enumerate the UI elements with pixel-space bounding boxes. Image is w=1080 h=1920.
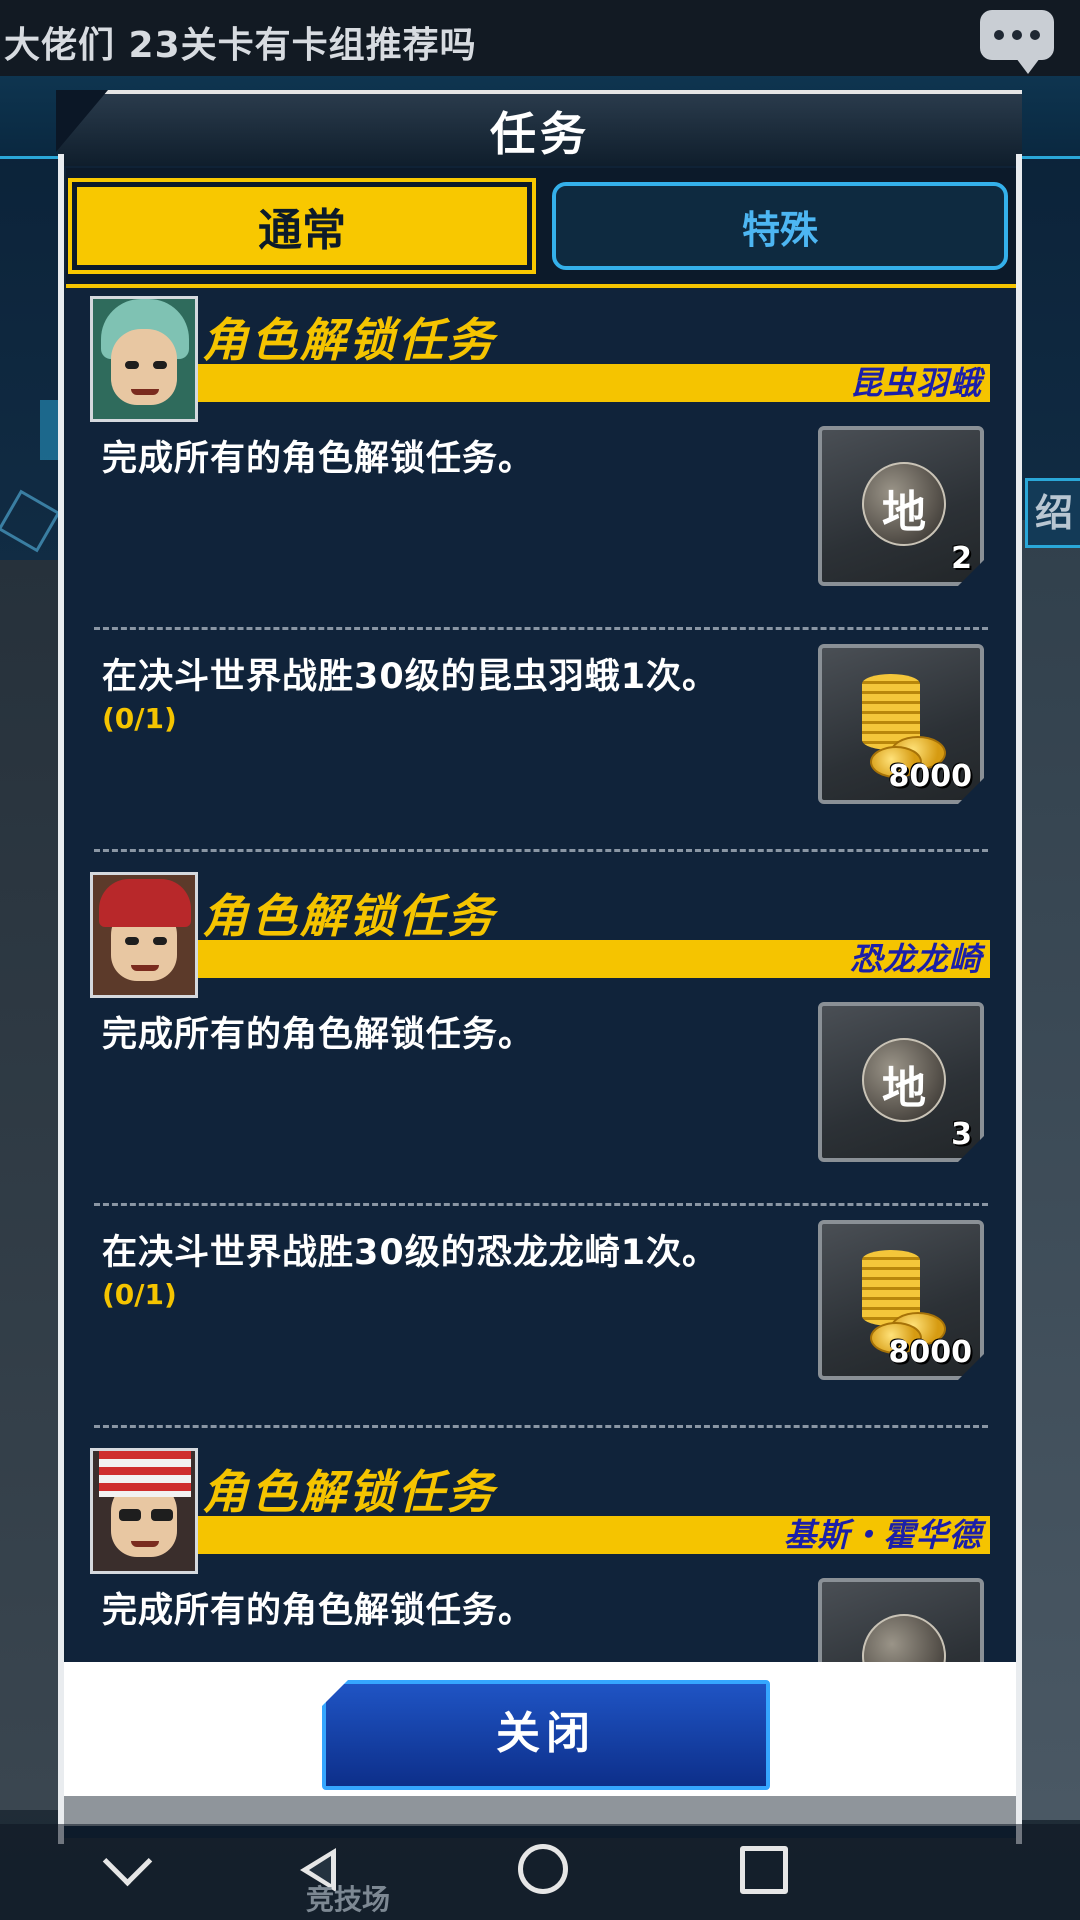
quest-group-title: 角色解锁任务 xyxy=(202,313,496,367)
character-name-bar: 基斯・霍华德 xyxy=(198,1516,990,1554)
dashed-divider xyxy=(94,849,988,852)
orb-glyph: 地 xyxy=(882,1063,926,1114)
reward-box[interactable]: 8000 xyxy=(818,644,984,804)
dashed-divider xyxy=(94,1425,988,1428)
character-name: 昆虫羽蛾 xyxy=(849,364,982,402)
character-name: 恐龙龙崎 xyxy=(849,940,982,978)
reward-box[interactable]: 8000 xyxy=(818,1220,984,1380)
dialog-footer: 关闭 xyxy=(64,1662,1016,1796)
earth-orb-icon: 地 xyxy=(862,462,946,546)
chat-bubble-icon[interactable] xyxy=(980,10,1054,74)
chevron-down-icon[interactable] xyxy=(102,1836,153,1887)
character-avatar xyxy=(90,1448,198,1574)
quest-group-header: 角色解锁任务 恐龙龙崎 xyxy=(66,866,1016,1002)
quest-description: 完成所有的角色解锁任务。 xyxy=(102,439,535,479)
quest-item: 完成所有的角色解锁任务。 xyxy=(66,1578,1016,1662)
quest-progress: (0/1) xyxy=(102,702,177,735)
quest-item: 完成所有的角色解锁任务。 地 3 xyxy=(66,1002,1016,1220)
quest-description: 完成所有的角色解锁任务。 xyxy=(102,1591,535,1631)
background-side-label: 绍 xyxy=(1025,478,1080,548)
quest-description: 完成所有的角色解锁任务。 xyxy=(102,1015,535,1055)
notification-text: 大佬们 23关卡有卡组推荐吗 xyxy=(4,25,477,66)
quest-list[interactable]: 角色解锁任务 昆虫羽蛾 完成所有的角色解锁任务。 地 2 在决斗世界战胜30级的… xyxy=(66,290,1016,1662)
quest-dialog: 任务 通常 特殊 角色解锁任务 昆虫羽蛾 完成所有的角色解锁任务。 地 2 在决… xyxy=(56,90,1022,1844)
quest-description: 在决斗世界战胜30级的恐龙龙崎1次。 xyxy=(102,1233,719,1273)
home-icon[interactable] xyxy=(518,1844,568,1894)
quest-description: 在决斗世界战胜30级的昆虫羽蛾1次。 xyxy=(102,657,719,697)
reward-box[interactable]: 地 3 xyxy=(818,1002,984,1162)
quest-group-header: 角色解锁任务 昆虫羽蛾 xyxy=(66,290,1016,426)
tab-special[interactable]: 特殊 xyxy=(552,182,1008,270)
hexagon-icon xyxy=(0,489,61,553)
reward-box[interactable] xyxy=(818,1578,984,1662)
orb-glyph: 地 xyxy=(882,487,926,538)
character-avatar xyxy=(90,872,198,998)
reward-quantity: 8000 xyxy=(888,1335,973,1370)
dashed-divider xyxy=(94,1203,988,1206)
quest-group: 角色解锁任务 恐龙龙崎 完成所有的角色解锁任务。 地 3 在决斗世界战胜30级的… xyxy=(66,866,1016,1442)
close-button[interactable]: 关闭 xyxy=(322,1680,770,1790)
background-building-right xyxy=(1020,520,1080,1820)
tab-normal[interactable]: 通常 xyxy=(68,178,536,274)
quest-item: 在决斗世界战胜30级的昆虫羽蛾1次。 (0/1) 8000 xyxy=(66,644,1016,866)
tab-bar: 通常 特殊 xyxy=(66,168,1016,288)
quest-group: 角色解锁任务 昆虫羽蛾 完成所有的角色解锁任务。 地 2 在决斗世界战胜30级的… xyxy=(66,290,1016,866)
reward-box[interactable]: 地 2 xyxy=(818,426,984,586)
arena-label: 竞技场 xyxy=(306,1883,391,1916)
quest-group-header: 角色解锁任务 基斯・霍华德 xyxy=(66,1442,1016,1578)
reward-quantity: 3 xyxy=(951,1117,972,1152)
recent-apps-icon[interactable] xyxy=(740,1846,788,1894)
character-name: 基斯・霍华德 xyxy=(783,1516,982,1554)
quest-progress: (0/1) xyxy=(102,1278,177,1311)
background-tab xyxy=(40,400,60,460)
quest-group-title: 角色解锁任务 xyxy=(202,1465,496,1519)
character-name-bar: 恐龙龙崎 xyxy=(198,940,990,978)
character-name-bar: 昆虫羽蛾 xyxy=(198,364,990,402)
quest-item: 完成所有的角色解锁任务。 地 2 xyxy=(66,426,1016,644)
reward-quantity: 8000 xyxy=(888,759,973,794)
system-nav-bar: 竞技场 xyxy=(0,1824,1080,1920)
reward-quantity: 2 xyxy=(951,541,972,576)
dashed-divider xyxy=(94,627,988,630)
quest-group-title: 角色解锁任务 xyxy=(202,889,496,943)
notification-bar[interactable]: 大佬们 23关卡有卡组推荐吗 xyxy=(0,0,1080,76)
reward-icon xyxy=(862,1614,946,1662)
dialog-bottom-strip xyxy=(64,1796,1016,1826)
quest-group: 角色解锁任务 基斯・霍华德 完成所有的角色解锁任务。 xyxy=(66,1442,1016,1662)
character-avatar xyxy=(90,296,198,422)
quest-item: 在决斗世界战胜30级的恐龙龙崎1次。 (0/1) 8000 xyxy=(66,1220,1016,1442)
earth-orb-icon: 地 xyxy=(862,1038,946,1122)
